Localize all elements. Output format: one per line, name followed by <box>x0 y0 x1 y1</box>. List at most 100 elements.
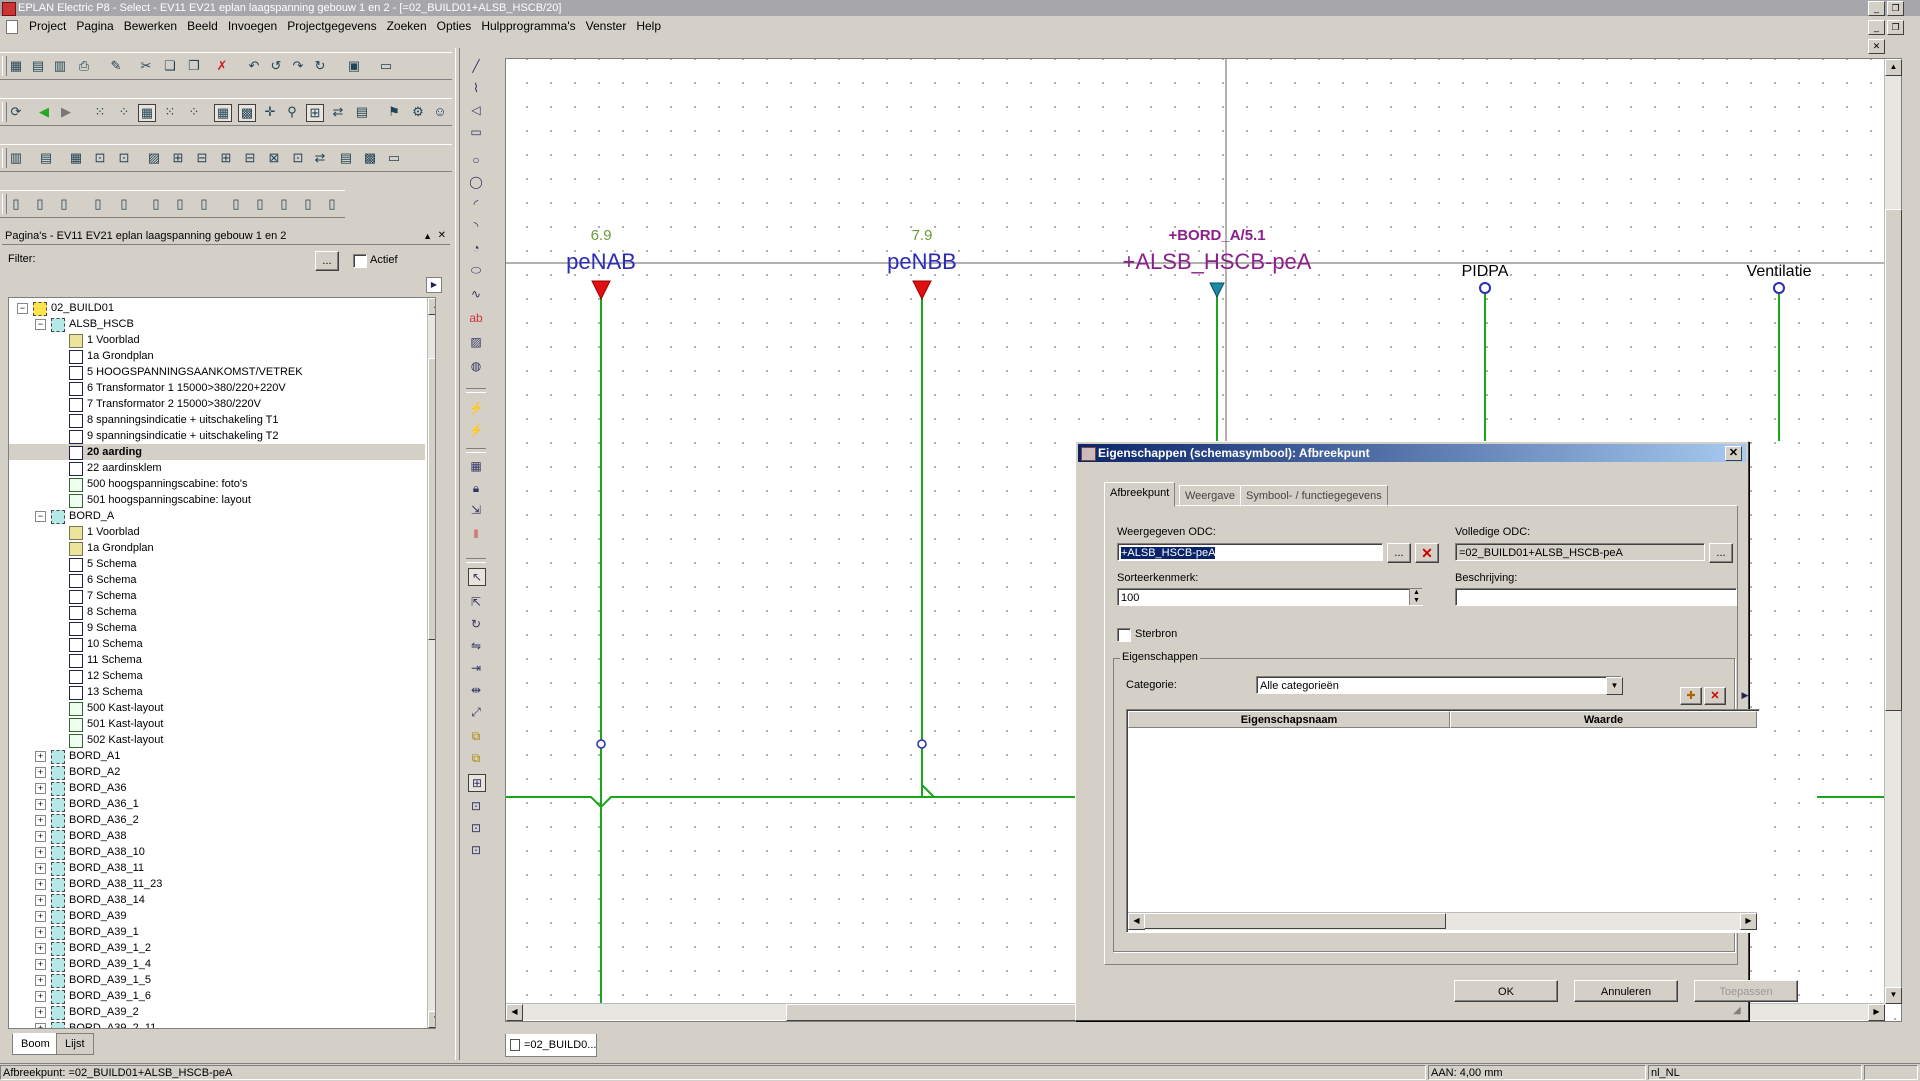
tree-page-row[interactable]: 8 Schema <box>9 604 425 620</box>
circle-icon[interactable]: ○ <box>468 152 484 168</box>
interruption-point-circle-icon[interactable] <box>1479 282 1491 294</box>
redo-list-icon[interactable]: ↻ <box>312 58 328 74</box>
collapse-icon[interactable]: − <box>17 303 28 314</box>
tree-page-row[interactable]: 1a Grondplan <box>9 348 425 364</box>
paste-icon[interactable]: ❐ <box>186 58 202 74</box>
cut-icon[interactable]: ✂ <box>138 58 154 74</box>
properties-grid[interactable]: Eigenschapsnaam Waarde ◀ ▶ <box>1126 709 1760 933</box>
grid-a-icon[interactable]: ⁙ <box>92 104 108 120</box>
tab-lijst[interactable]: Lijst <box>56 1033 94 1055</box>
weergegeven-odc-browse-button[interactable]: ... <box>1387 543 1411 563</box>
symbol-macro-icon[interactable]: ⊡ <box>468 820 484 836</box>
tree-page-row[interactable]: 20 aarding <box>9 444 425 460</box>
minimize-icon[interactable]: _ <box>1868 1 1885 16</box>
table-icon[interactable]: ▦ <box>468 458 484 474</box>
dialog-close-icon[interactable]: ✕ <box>1725 446 1742 461</box>
mirror-icon[interactable]: ⇋ <box>468 638 484 654</box>
menu-hulpprogrammas[interactable]: Hulpprogramma's <box>476 17 580 36</box>
actief-checkbox[interactable] <box>353 254 367 268</box>
align-icon[interactable]: ⇹ <box>468 682 484 698</box>
interruption-point-circle-icon[interactable] <box>1773 282 1785 294</box>
canvas-vscroll-thumb[interactable] <box>1885 209 1902 711</box>
dimension-2-icon[interactable]: ⚡ <box>468 422 484 438</box>
spline-icon[interactable]: ∿ <box>468 286 484 302</box>
sorteerkenmerk-input[interactable]: 100 <box>1117 588 1423 606</box>
page-d-icon[interactable]: ▯ <box>90 196 106 212</box>
tree-page-row[interactable]: 500 Kast-layout <box>9 700 425 716</box>
zoom-icon[interactable]: ⚲ <box>284 104 300 120</box>
insert-m-icon[interactable]: ⇄ <box>312 150 328 166</box>
ok-button[interactable]: OK <box>1454 980 1558 1002</box>
page-k-icon[interactable]: ▯ <box>276 196 292 212</box>
insert-a-icon[interactable]: ▥ <box>8 150 24 166</box>
move-icon[interactable]: ⇱ <box>468 594 484 610</box>
tree-folder-row[interactable]: + BORD_A38_10 <box>9 844 425 860</box>
canvas-scroll-right-icon[interactable]: ▶ <box>1868 1004 1885 1021</box>
select-pointer-icon[interactable]: ↖ <box>468 568 486 586</box>
tree-page-row[interactable]: 502 Kast-layout <box>9 732 425 748</box>
canvas-scroll-up-icon[interactable]: ▲ <box>1885 59 1902 76</box>
menu-zoeken[interactable]: Zoeken <box>382 17 432 36</box>
tree-page-row[interactable]: 9 Schema <box>9 620 425 636</box>
group-icon[interactable]: ⧉ <box>468 728 484 744</box>
crosshair-icon[interactable]: ✛ <box>262 104 278 120</box>
expand-icon[interactable]: ▶ <box>1738 687 1752 703</box>
volledige-odc-input[interactable]: =02_BUILD01+ALSB_HSCB-peA <box>1455 543 1705 561</box>
tool-icon[interactable]: ✎ <box>108 58 124 74</box>
tree-folder-row[interactable]: + BORD_A39_1 <box>9 924 425 940</box>
tree-page-row[interactable]: 11 Schema <box>9 652 425 668</box>
page-h-icon[interactable]: ▯ <box>196 196 212 212</box>
open-project-icon[interactable]: ▤ <box>30 58 46 74</box>
tree-page-row[interactable]: 6 Transformator 1 15000>380/220+220V <box>9 380 425 396</box>
tree-page-row[interactable]: 1a Grondplan <box>9 540 425 556</box>
tree-folder-row[interactable]: + BORD_A38_14 <box>9 892 425 908</box>
line-icon[interactable]: ╱ <box>468 58 484 74</box>
tree-page-row[interactable]: 9 spanningsindicatie + uitschakeling T2 <box>9 428 425 444</box>
break-icon[interactable]: ‖ <box>468 526 484 542</box>
expand-icon[interactable]: + <box>35 927 46 938</box>
grid-d-icon[interactable]: ⁙ <box>162 104 178 120</box>
symbol-icon[interactable]: ⚑ <box>386 104 402 120</box>
tree-folder-row[interactable]: + BORD_A36 <box>9 780 425 796</box>
col-waarde[interactable]: Waarde <box>1450 711 1757 728</box>
new-property-icon[interactable]: ✚ <box>1680 687 1702 705</box>
pan-icon[interactable]: ⇄ <box>330 104 346 120</box>
delete-property-icon[interactable]: ✕ <box>1704 687 1726 705</box>
tree-page-row[interactable]: 13 Schema <box>9 684 425 700</box>
chevron-down-icon[interactable]: ▼ <box>1606 677 1623 695</box>
tree-folder-row[interactable]: − BORD_A <box>9 508 425 524</box>
stretch-icon[interactable]: ⇥ <box>468 660 484 676</box>
insert-h-icon[interactable]: ⊟ <box>194 150 210 166</box>
window-macro-icon[interactable]: ⊡ <box>468 798 484 814</box>
dimension-icon[interactable]: ⚡ <box>468 400 484 416</box>
collapse-icon[interactable]: − <box>35 511 46 522</box>
page-f-icon[interactable]: ▯ <box>148 196 164 212</box>
tree-folder-row[interactable]: + BORD_A39 <box>9 908 425 924</box>
insert-j-icon[interactable]: ⊟ <box>242 150 258 166</box>
expand-icon[interactable]: + <box>35 815 46 826</box>
interruption-point-arrow-icon[interactable] <box>591 280 611 301</box>
undo-icon[interactable]: ↶ <box>246 58 262 74</box>
back-icon[interactable]: ◀ <box>36 104 52 120</box>
filter-browse-button[interactable]: ... <box>315 251 339 271</box>
grid-b-icon[interactable]: ⁘ <box>116 104 132 120</box>
page-i-icon[interactable]: ▯ <box>228 196 244 212</box>
tree-folder-row[interactable]: + BORD_A39_1_6 <box>9 988 425 1004</box>
page-g-icon[interactable]: ▯ <box>172 196 188 212</box>
undo-list-icon[interactable]: ↺ <box>268 58 284 74</box>
menu-opties[interactable]: Opties <box>432 17 477 36</box>
insert-e-icon[interactable]: ⊡ <box>116 150 132 166</box>
expand-icon[interactable]: + <box>35 1007 46 1018</box>
canvas-scroll-left-icon[interactable]: ◀ <box>506 1004 523 1021</box>
insert-p-icon[interactable]: ▭ <box>386 150 402 166</box>
grid-scroll-thumb[interactable] <box>1144 913 1446 929</box>
page-e-icon[interactable]: ▯ <box>116 196 132 212</box>
polygon-icon[interactable]: ◁ <box>468 102 484 118</box>
tree-folder-row[interactable]: + BORD_A39_1_4 <box>9 956 425 972</box>
arc-icon[interactable]: ◜ <box>468 196 484 212</box>
redo-icon[interactable]: ↷ <box>290 58 306 74</box>
tree-page-row[interactable]: 1 Voorblad <box>9 524 425 540</box>
insert-o-icon[interactable]: ▩ <box>362 150 378 166</box>
panel-close-icon[interactable]: ✕ <box>438 228 446 244</box>
spin-arrows-icon[interactable]: ▲ ▼ <box>1409 589 1423 605</box>
